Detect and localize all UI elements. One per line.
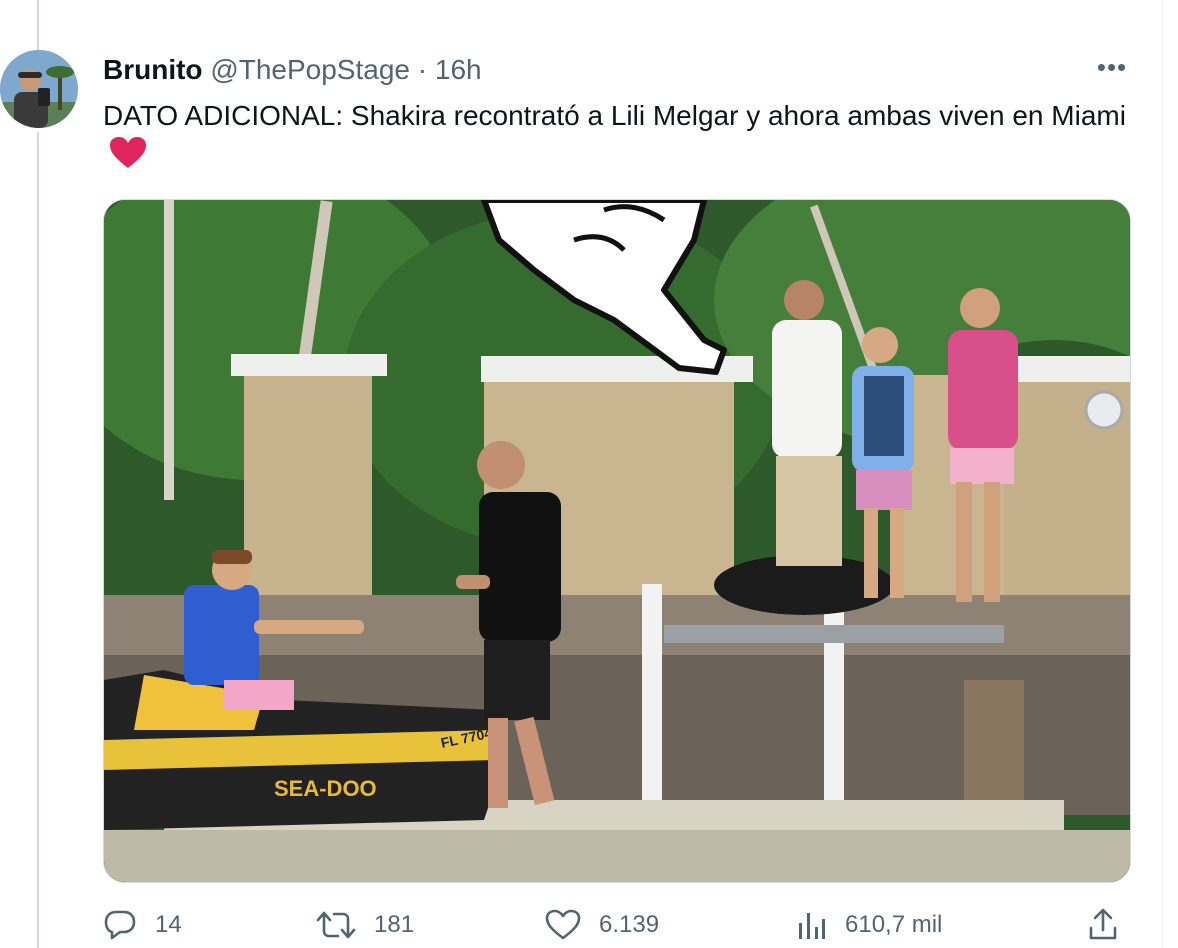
thread-line-top <box>37 0 39 50</box>
tweet-photo[interactable]: SEA-DOO FL 7704TF <box>103 199 1131 883</box>
tweet-body: DATO ADICIONAL: Shakira recontrató a Lil… <box>103 100 1126 131</box>
more-options-icon[interactable]: ••• <box>1095 52 1129 86</box>
avatar[interactable] <box>0 50 78 128</box>
heart-icon <box>545 909 581 940</box>
jetski-brand: SEA-DOO <box>274 776 377 801</box>
tweet-header: Brunito @ThePopStage · 16h <box>103 54 482 86</box>
reply-button[interactable]: 14 <box>103 905 182 945</box>
views-count: 610,7 mil <box>845 911 943 938</box>
tweet-actions: 14 181 6.139 610,7 mil <box>103 905 1133 945</box>
like-count: 6.139 <box>599 911 660 938</box>
share-button[interactable] <box>1087 905 1119 945</box>
dock-scene: SEA-DOO FL 7704TF <box>104 200 1130 882</box>
views-button[interactable]: 610,7 mil <box>795 905 942 945</box>
tweet-text: DATO ADICIONAL: Shakira recontrató a Lil… <box>103 96 1143 181</box>
retweet-count: 181 <box>374 911 415 938</box>
column-border <box>1162 0 1163 948</box>
author-handle[interactable]: @ThePopStage <box>210 54 410 85</box>
reply-count: 14 <box>155 911 182 938</box>
retweet-button[interactable]: 181 <box>316 905 414 945</box>
author-name[interactable]: Brunito <box>103 54 203 85</box>
red-heart-emoji <box>109 136 147 181</box>
timestamp[interactable]: 16h <box>435 54 482 85</box>
share-icon <box>1089 908 1117 940</box>
reply-icon <box>104 910 136 940</box>
thread-line <box>37 132 39 948</box>
views-chart-icon <box>799 913 825 939</box>
like-button[interactable]: 6.139 <box>545 905 659 945</box>
retweet-icon <box>316 911 356 939</box>
separator-dot: · <box>417 54 428 85</box>
